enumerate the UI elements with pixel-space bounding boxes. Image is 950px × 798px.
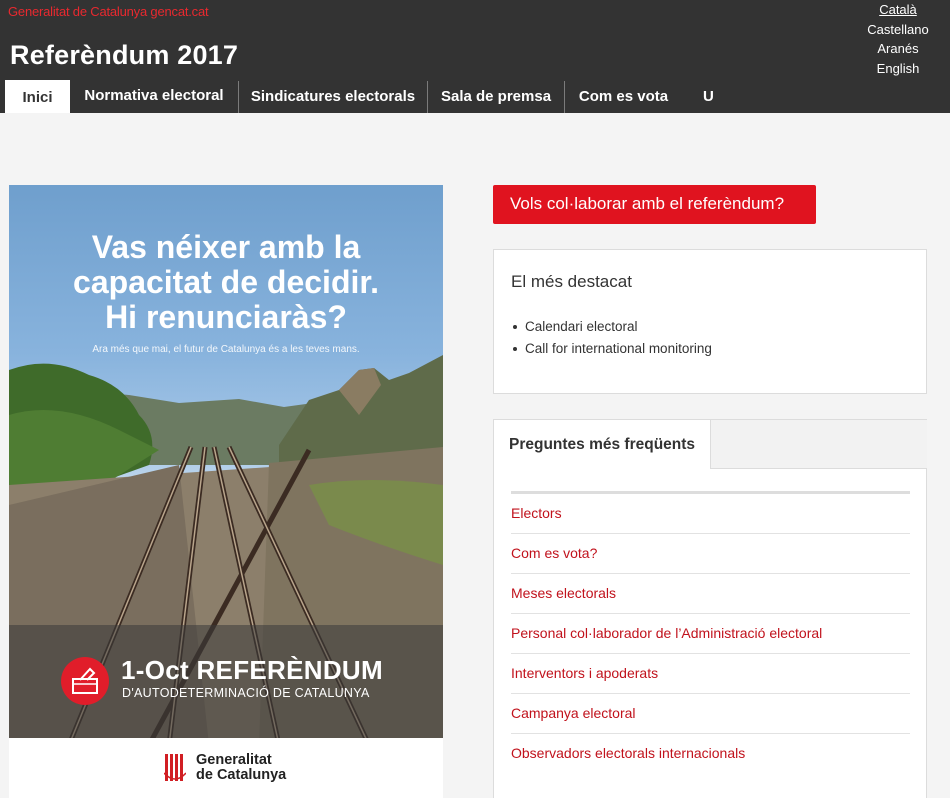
campaign-poster[interactable]: Vas néixer amb la capacitat de decidir. …: [9, 185, 443, 798]
tab-inici[interactable]: Inici: [5, 80, 70, 113]
poster-referendum-subtitle: D'AUTODETERMINACIÓ DE CATALUNYA: [122, 686, 370, 700]
highlight-item-international-monitoring[interactable]: Call for international monitoring: [513, 339, 712, 361]
poster-referendum-title: 1-Oct REFERÈNDUM: [121, 655, 383, 685]
faq-link-interventors[interactable]: Interventors i apoderats: [511, 654, 910, 694]
nav-more-icon[interactable]: U: [703, 88, 714, 105]
generalitat-logo-text: Generalitat de Catalunya: [196, 752, 287, 783]
faq-link-meses-electorals[interactable]: Meses electorals: [511, 574, 910, 614]
generalitat-logo-icon: [164, 753, 186, 783]
highlights-panel: El més destacat Calendari electoral Call…: [493, 249, 927, 394]
main-navigation: Inici Normativa electoral Sindicatures e…: [0, 80, 950, 113]
ballot-box-icon: [61, 657, 109, 705]
faq-panel: Preguntes més freqüents Electors Com es …: [493, 419, 927, 798]
language-option-catala[interactable]: Català: [860, 1, 936, 21]
site-header: Generalitat de Catalunya gencat.cat Refe…: [0, 0, 950, 113]
poster-subheadline: Ara més que mai, el futur de Catalunya é…: [92, 344, 360, 355]
tab-normativa-electoral[interactable]: Normativa electoral: [70, 80, 238, 113]
faq-link-campanya[interactable]: Campanya electoral: [511, 694, 910, 734]
language-selector: Català Castellano Aranés English: [860, 1, 936, 79]
gencat-home-link[interactable]: Generalitat de Catalunya gencat.cat: [8, 4, 209, 19]
faq-list: Electors Com es vota? Meses electorals P…: [511, 491, 910, 774]
language-option-english[interactable]: English: [860, 60, 936, 80]
faq-tab[interactable]: Preguntes més freqüents: [494, 420, 711, 469]
faq-tab-strip: [711, 420, 927, 469]
poster-headline: Vas néixer amb la capacitat de decidir. …: [73, 229, 379, 335]
faq-link-electors[interactable]: Electors: [511, 494, 910, 534]
faq-link-com-es-vota[interactable]: Com es vota?: [511, 534, 910, 574]
highlight-item-calendari[interactable]: Calendari electoral: [513, 317, 712, 339]
tab-sala-de-premsa[interactable]: Sala de premsa: [427, 81, 564, 113]
language-option-castellano[interactable]: Castellano: [860, 21, 936, 41]
tab-sindicatures-electorals[interactable]: Sindicatures electorals: [238, 81, 427, 113]
highlights-title: El més destacat: [511, 272, 632, 291]
faq-link-personal-collaborador[interactable]: Personal col·laborador de l’Administraci…: [511, 614, 910, 654]
language-option-aranes[interactable]: Aranés: [860, 40, 936, 60]
collaborate-button[interactable]: Vols col·laborar amb el referèndum?: [493, 185, 816, 224]
highlights-list: Calendari electoral Call for internation…: [513, 317, 712, 361]
tab-com-es-vota[interactable]: Com es vota: [564, 81, 682, 113]
faq-link-observadors[interactable]: Observadors electorals internacionals: [511, 734, 910, 774]
site-title[interactable]: Referèndum 2017: [10, 40, 238, 71]
